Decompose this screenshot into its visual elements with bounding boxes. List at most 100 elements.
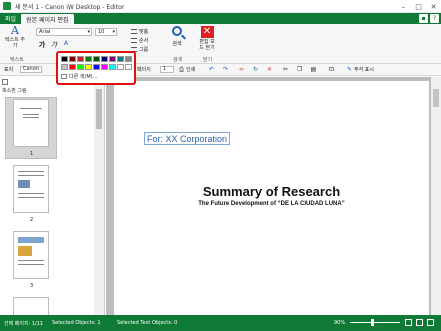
thumbnail-page-4[interactable] (13, 297, 49, 315)
color-swatch[interactable] (125, 64, 132, 70)
document-scrollbar[interactable] (431, 77, 441, 315)
save-icon[interactable]: ▪ (419, 14, 428, 23)
order-icon (131, 38, 137, 43)
color-swatch[interactable] (69, 56, 76, 62)
document-subtitle: The Future Development of “DE LA CIUDAD … (198, 201, 345, 207)
color-swatch[interactable] (109, 64, 116, 70)
actual-size-icon[interactable] (427, 319, 434, 326)
thumbnail-list: 1 2 3 (0, 95, 94, 315)
annotation-icon: ✎ (346, 66, 353, 73)
show-annotations-button[interactable]: ✎ 주석 표시 (346, 66, 374, 73)
undo-button[interactable]: ↶ (208, 66, 215, 73)
stamp-label: 표지 (4, 67, 14, 73)
group-label-close: 닫기 (203, 57, 213, 63)
maximize-button[interactable]: □ (411, 0, 426, 13)
help-icon[interactable]: ? (430, 14, 439, 23)
text-a-icon: A (11, 24, 19, 37)
color-swatch[interactable] (93, 64, 100, 70)
color-swatch[interactable] (117, 56, 124, 62)
fit-width-icon[interactable] (416, 319, 423, 326)
chevron-down-icon: ▾ (87, 29, 90, 35)
document-canvas: For: XX Corporation Summary of Research … (106, 77, 441, 315)
paste-icon: ▤ (310, 66, 317, 73)
color-swatch[interactable] (125, 56, 132, 62)
tab-edit-original-page[interactable]: 원본 페이지 편집 (21, 14, 74, 24)
search-button[interactable]: 검색 (169, 26, 185, 47)
search-icon (172, 26, 182, 36)
copy-button[interactable]: ❐ (296, 66, 303, 73)
zoom-slider[interactable] (350, 322, 400, 323)
color-swatch[interactable] (77, 64, 84, 70)
combo-select[interactable]: Canon (20, 66, 42, 73)
document-title: Summary of Research (202, 184, 341, 199)
link-icon: ∞ (239, 66, 244, 73)
align-button[interactable]: 맞춤 (131, 28, 148, 35)
paste-button[interactable]: ▤ (310, 66, 317, 73)
status-bar: 선택 페이지: 1/11 Selected Objects: 1 Selecte… (0, 315, 441, 331)
more-colors-button[interactable]: 다른 색(M)... (61, 73, 97, 80)
thumbnail-number: 1 (30, 151, 34, 157)
window-title: 새 문서 1 - Canon iW Desktop - Editor (15, 3, 125, 11)
font-color-button[interactable]: A (62, 40, 70, 50)
group-label-text: 텍스트 (10, 57, 24, 63)
thumbnail-pane: 축소판 그림 1 2 3 (0, 77, 105, 315)
text-box-for[interactable]: For: XX Corporation (144, 132, 231, 145)
color-swatch[interactable] (93, 56, 100, 62)
scrollbar-thumb[interactable] (433, 89, 439, 107)
ribbon-tabs: 파일 원본 페이지 편집 ▪ ? (0, 13, 441, 24)
zoom-slider-knob[interactable] (371, 319, 374, 326)
color-swatch[interactable] (85, 56, 92, 62)
minimize-button[interactable]: – (396, 0, 411, 13)
color-swatch[interactable] (61, 64, 68, 70)
pane-pin-icon[interactable] (2, 79, 8, 85)
close-edit-mode-button[interactable]: ✕ 편집 모드 닫기 (198, 26, 216, 51)
delete-button[interactable]: ✕ (266, 66, 273, 73)
close-window-button[interactable]: ✕ (426, 0, 441, 13)
add-text-label: 텍스트 추가 (5, 37, 25, 49)
page-number-input[interactable]: 1 (160, 66, 174, 73)
link-button[interactable]: ∞ (238, 66, 245, 73)
status-page: 선택 페이지: 1/11 (4, 321, 44, 327)
chevron-down-icon: ▾ (112, 29, 115, 35)
delete-icon: ✕ (266, 66, 273, 73)
color-swatch[interactable] (109, 56, 116, 62)
redo-icon: ↷ (222, 66, 229, 73)
undo-icon: ↶ (208, 66, 215, 73)
thumbnail-page-2[interactable] (13, 165, 49, 213)
fit-page-icon[interactable] (405, 319, 412, 326)
app-icon (3, 2, 11, 10)
thumbnail-number: 2 (30, 217, 34, 223)
color-swatch[interactable] (117, 64, 124, 70)
color-palette-dropdown: 다른 색(M)... (56, 51, 136, 85)
thumbnail-number: 3 (30, 283, 34, 289)
font-name-select[interactable]: Arial ▾ (36, 28, 92, 36)
bold-button[interactable]: 가 (38, 40, 46, 50)
color-swatch[interactable] (69, 64, 76, 70)
color-swatch[interactable] (85, 64, 92, 70)
tab-file[interactable]: 파일 (0, 13, 21, 24)
printer-icon: ⎙ (179, 66, 184, 73)
cut-button[interactable]: ✂ (282, 66, 289, 73)
thumbnail-page-1[interactable] (13, 99, 49, 147)
color-swatch[interactable] (101, 56, 108, 62)
status-selected-text-objects: Selected Text Objects: 0 (117, 320, 178, 326)
color-swatch[interactable] (61, 56, 68, 62)
font-size-select[interactable]: 10 ▾ (95, 28, 117, 36)
add-text-button[interactable]: A 텍스트 추가 (4, 25, 26, 55)
scrollbar-thumb[interactable] (96, 89, 102, 129)
color-swatch[interactable] (101, 64, 108, 70)
thumbnail-page-3[interactable] (13, 231, 49, 279)
redo-button[interactable]: ↷ (222, 66, 229, 73)
order-button[interactable]: 순서 (131, 37, 148, 44)
italic-button[interactable]: 가 (50, 40, 58, 50)
thumbnail-scrollbar[interactable] (94, 77, 104, 315)
zoom-level: 90% (334, 320, 346, 326)
rotate-icon: ↻ (252, 66, 259, 73)
rotate-button[interactable]: ↻ (252, 66, 259, 73)
align-icon (131, 29, 137, 34)
view-button[interactable]: ⊡ (328, 66, 335, 73)
color-square-icon (61, 74, 67, 79)
group-label-search: 검색 (173, 57, 183, 63)
print-button[interactable]: ⎙ 인쇄 (178, 66, 195, 73)
color-swatch[interactable] (77, 56, 84, 62)
